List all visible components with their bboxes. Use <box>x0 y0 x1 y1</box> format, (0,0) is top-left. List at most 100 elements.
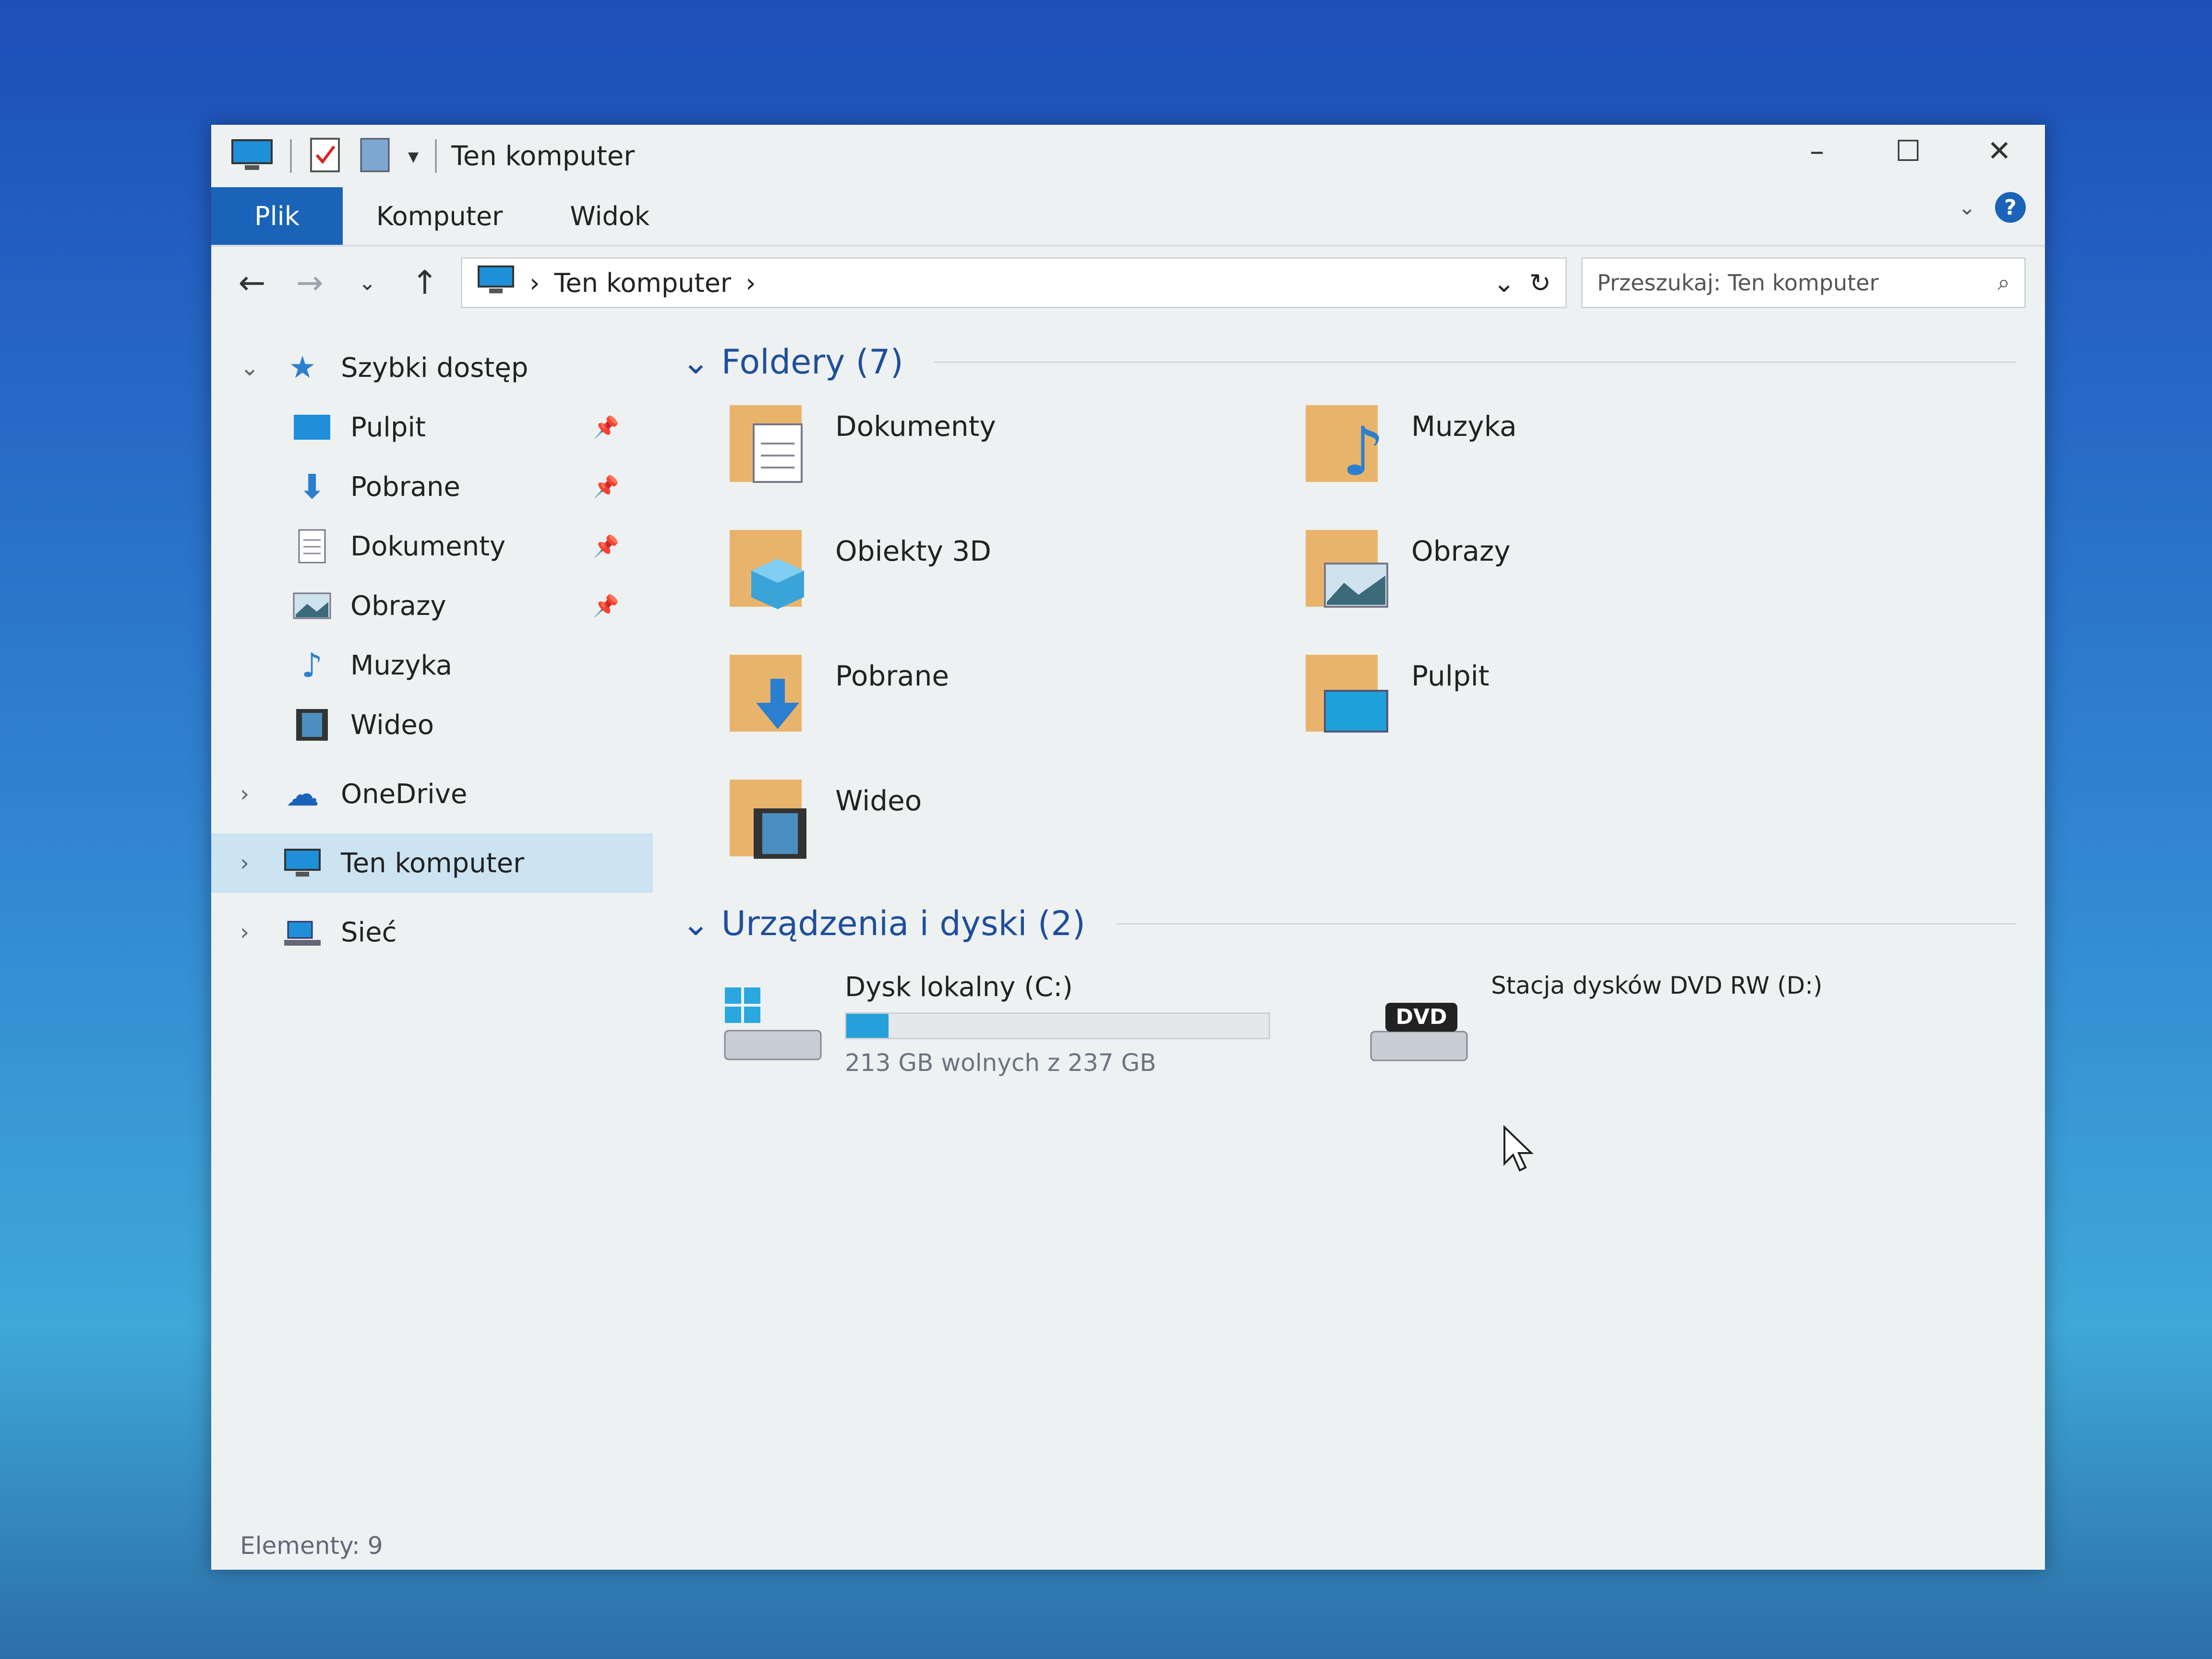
sidebar-item-documents[interactable]: Dokumenty 📌 <box>211 517 653 576</box>
tab-file[interactable]: Plik <box>211 187 343 245</box>
ribbon-tabs: Plik Komputer Widok ⌄ ? <box>211 187 2045 247</box>
drive-c-info: Dysk lokalny (C:) 213 GB wolnych z 237 G… <box>845 972 1270 1077</box>
new-folder-icon[interactable] <box>358 136 392 176</box>
navigation-pane: ⌄ ★ Szybki dostęp Pulpit 📌 ⬇ Pobrane 📌 D… <box>211 319 653 1522</box>
expand-chevron-icon[interactable]: › <box>240 919 278 946</box>
collapse-chevron-icon[interactable]: ⌄ <box>682 904 710 943</box>
refresh-icon[interactable]: ↻ <box>1529 268 1551 298</box>
breadcrumb-separator-icon[interactable]: › <box>745 268 756 298</box>
navigation-bar: ← → ⌄ ↑ › Ten komputer › ⌄ ↻ Przeszukaj:… <box>211 247 2045 319</box>
file-explorer-window: ▾ Ten komputer – ☐ ✕ Plik Komputer Widok… <box>211 125 2045 1570</box>
computer-icon <box>477 264 515 301</box>
sidebar-item-label: OneDrive <box>341 778 468 810</box>
sidebar-item-pictures[interactable]: Obrazy 📌 <box>211 576 653 636</box>
status-bar: Elementy: 9 <box>211 1522 2045 1570</box>
window-controls: – ☐ ✕ <box>1771 125 2045 178</box>
drive-d[interactable]: DVD Stacja dysków DVD RW (D:) <box>1366 972 1822 1077</box>
recent-locations-chevron-icon[interactable]: ⌄ <box>346 271 389 295</box>
item-count: Elementy: 9 <box>240 1532 383 1560</box>
pin-icon: 📌 <box>593 534 619 559</box>
help-button[interactable]: ? <box>1995 192 2026 223</box>
title-bar: ▾ Ten komputer – ☐ ✕ <box>211 125 2045 187</box>
sidebar-item-this-pc[interactable]: › Ten komputer <box>211 833 653 893</box>
content-pane: ⌄ Foldery (7) Dokumenty ♪ Muzyka Obiekty… <box>653 319 2045 1522</box>
breadcrumb-this-pc[interactable]: Ten komputer <box>554 268 732 298</box>
folder-documents[interactable]: Dokumenty <box>720 391 1296 516</box>
expand-ribbon-icon[interactable]: ⌄ <box>1958 195 1976 220</box>
folder-music[interactable]: ♪ Muzyka <box>1296 391 1872 516</box>
downloads-folder-icon <box>720 640 816 738</box>
expand-chevron-icon[interactable]: › <box>240 850 278 877</box>
customize-toolbar-icon[interactable]: ▾ <box>408 144 419 168</box>
picture-icon <box>288 592 336 619</box>
sidebar-item-downloads[interactable]: ⬇ Pobrane 📌 <box>211 457 653 517</box>
desktop-folder-icon <box>1296 640 1392 738</box>
download-arrow-icon: ⬇ <box>298 467 326 506</box>
dvd-drive-icon: DVD <box>1366 984 1472 1065</box>
svg-text:♪: ♪ <box>1342 413 1384 487</box>
folder-downloads[interactable]: Pobrane <box>720 640 1296 765</box>
music-folder-icon: ♪ <box>1296 391 1392 491</box>
back-arrow-icon[interactable]: ← <box>230 264 274 302</box>
sidebar-item-videos[interactable]: Wideo <box>211 695 653 755</box>
forward-arrow-icon[interactable]: → <box>288 264 331 302</box>
group-divider <box>934 361 2016 363</box>
collapse-chevron-icon[interactable]: ⌄ <box>682 342 710 382</box>
address-dropdown-icon[interactable]: ⌄ <box>1493 268 1515 298</box>
maximize-button[interactable]: ☐ <box>1863 125 1954 178</box>
breadcrumb-separator-icon: › <box>529 267 540 298</box>
folder-pictures[interactable]: Obrazy <box>1296 516 1872 640</box>
sidebar-item-onedrive[interactable]: › ☁ OneDrive <box>211 764 653 824</box>
3d-objects-folder-icon <box>720 516 816 613</box>
collapse-chevron-icon[interactable]: ⌄ <box>240 354 278 381</box>
folder-label: Muzyka <box>1411 410 1517 443</box>
devices-group-header[interactable]: ⌄ Urządzenia i dyski (2) <box>682 895 2016 952</box>
music-note-icon: ♪ <box>301 646 323 685</box>
search-placeholder: Przeszukaj: Ten komputer <box>1597 270 1879 296</box>
drive-c-free-space: 213 GB wolnych z 237 GB <box>845 1049 1156 1077</box>
devices-group-title: Urządzenia i dyski (2) <box>721 904 1085 943</box>
sidebar-item-label: Dokumenty <box>350 530 506 562</box>
dvd-badge: DVD <box>1395 1005 1447 1029</box>
mouse-cursor-icon <box>1503 1125 1536 1175</box>
search-icon[interactable]: ⌕ <box>1997 269 2010 296</box>
sidebar-item-label: Pulpit <box>350 411 426 443</box>
sidebar-item-label: Szybki dostęp <box>341 352 529 384</box>
search-input[interactable]: Przeszukaj: Ten komputer ⌕ <box>1581 257 2026 308</box>
pictures-folder-icon <box>1296 516 1392 613</box>
expand-chevron-icon[interactable]: › <box>240 781 278 807</box>
sidebar-item-music[interactable]: ♪ Muzyka <box>211 636 653 695</box>
computer-icon <box>230 138 274 174</box>
film-icon <box>288 708 336 742</box>
computer-icon <box>278 848 326 878</box>
drive-c[interactable]: Dysk lokalny (C:) 213 GB wolnych z 237 G… <box>720 972 1270 1077</box>
drive-d-name: Stacja dysków DVD RW (D:) <box>1491 972 1823 999</box>
quick-access-toolbar: ▾ <box>230 136 437 176</box>
properties-icon[interactable] <box>308 136 342 176</box>
tab-computer[interactable]: Komputer <box>343 187 536 245</box>
sidebar-item-desktop[interactable]: Pulpit 📌 <box>211 397 653 457</box>
sidebar-item-quick-access[interactable]: ⌄ ★ Szybki dostęp <box>211 338 653 397</box>
document-icon <box>288 529 336 564</box>
ribbon-right-controls: ⌄ ? <box>1958 192 2026 223</box>
address-bar[interactable]: › Ten komputer › ⌄ ↻ <box>461 257 1567 308</box>
minimize-button[interactable]: – <box>1771 125 1863 178</box>
folders-group-header[interactable]: ⌄ Foldery (7) <box>682 333 2016 391</box>
network-icon <box>278 917 326 948</box>
up-arrow-icon[interactable]: ↑ <box>403 264 446 302</box>
sidebar-item-label: Wideo <box>350 709 434 741</box>
documents-folder-icon <box>720 391 816 489</box>
toolbar-separator <box>435 139 437 173</box>
folder-desktop[interactable]: Pulpit <box>1296 640 1872 765</box>
cloud-icon: ☁ <box>286 774 319 814</box>
sidebar-item-network[interactable]: › Sieć <box>211 902 653 962</box>
desktop-icon <box>288 414 336 441</box>
close-button[interactable]: ✕ <box>1954 125 2045 178</box>
folder-3d-objects[interactable]: Obiekty 3D <box>720 516 1296 640</box>
folder-label: Wideo <box>835 784 922 817</box>
window-title: Ten komputer <box>451 140 635 172</box>
folder-videos[interactable]: Wideo <box>720 765 1296 890</box>
drive-c-usage-bar <box>845 1012 1270 1039</box>
sidebar-item-label: Pobrane <box>350 471 460 503</box>
tab-view[interactable]: Widok <box>536 187 683 245</box>
